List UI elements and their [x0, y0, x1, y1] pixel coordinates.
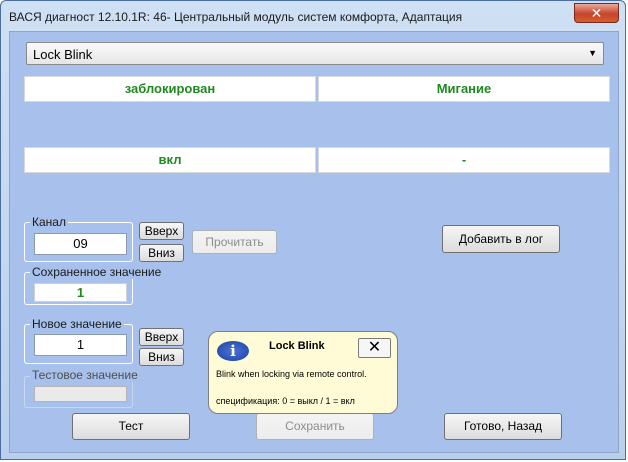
dropdown-selected-value: Lock Blink [33, 47, 93, 62]
new-value-label: Новое значение [30, 317, 124, 331]
adaptation-channel-dropdown[interactable]: Lock Blink ▼ [26, 42, 604, 65]
adaptation-window: ВАСЯ диагност 12.10.1R: 46- Центральный … [0, 0, 626, 460]
close-icon: ✕ [367, 339, 382, 356]
saved-value-label: Сохраненное значение [30, 265, 164, 279]
chevron-down-icon[interactable]: ▼ [588, 48, 597, 58]
adaptation-panel: Lock Blink ▼ заблокирован Мигание вкл - … [9, 31, 619, 453]
value-box-row1-left: заблокирован [24, 76, 316, 102]
tooltip-title: Lock Blink [269, 340, 325, 352]
read-button[interactable]: Прочитать [192, 230, 277, 254]
channel-input[interactable]: 09 [34, 233, 127, 255]
channel-down-button[interactable]: Вниз [139, 244, 184, 262]
channel-up-button[interactable]: Вверх [139, 222, 184, 240]
test-button[interactable]: Тест [72, 413, 190, 440]
close-icon: ✕ [590, 5, 603, 21]
tooltip-description: Blink when locking via remote control. [216, 369, 367, 379]
window-title: ВАСЯ диагност 12.10.1R: 46- Центральный … [9, 10, 463, 24]
new-value-up-button[interactable]: Вверх [139, 328, 184, 346]
info-icon: i [217, 341, 249, 361]
help-tooltip: i Lock Blink ✕ Blink when locking via re… [208, 331, 398, 414]
save-button[interactable]: Сохранить [256, 413, 374, 440]
new-value-input[interactable]: 1 [34, 334, 127, 356]
tooltip-specification: спецификация: 0 = выкл / 1 = вкл [216, 396, 355, 406]
add-to-log-button[interactable]: Добавить в лог [442, 225, 560, 253]
done-back-button[interactable]: Готово, Назад [444, 413, 562, 440]
title-bar[interactable]: ВАСЯ диагност 12.10.1R: 46- Центральный … [1, 1, 625, 31]
test-value-label: Тестовое значение [30, 368, 140, 382]
channel-label: Канал [30, 215, 68, 229]
test-value-input[interactable] [34, 386, 127, 402]
value-box-row2-left: вкл [24, 147, 316, 173]
value-box-row1-right: Мигание [318, 76, 610, 102]
value-box-row2-right: - [318, 147, 610, 173]
new-value-down-button[interactable]: Вниз [139, 348, 184, 366]
tooltip-close-button[interactable]: ✕ [358, 338, 391, 358]
saved-value-field: 1 [34, 283, 127, 302]
window-close-button[interactable]: ✕ [574, 3, 619, 23]
